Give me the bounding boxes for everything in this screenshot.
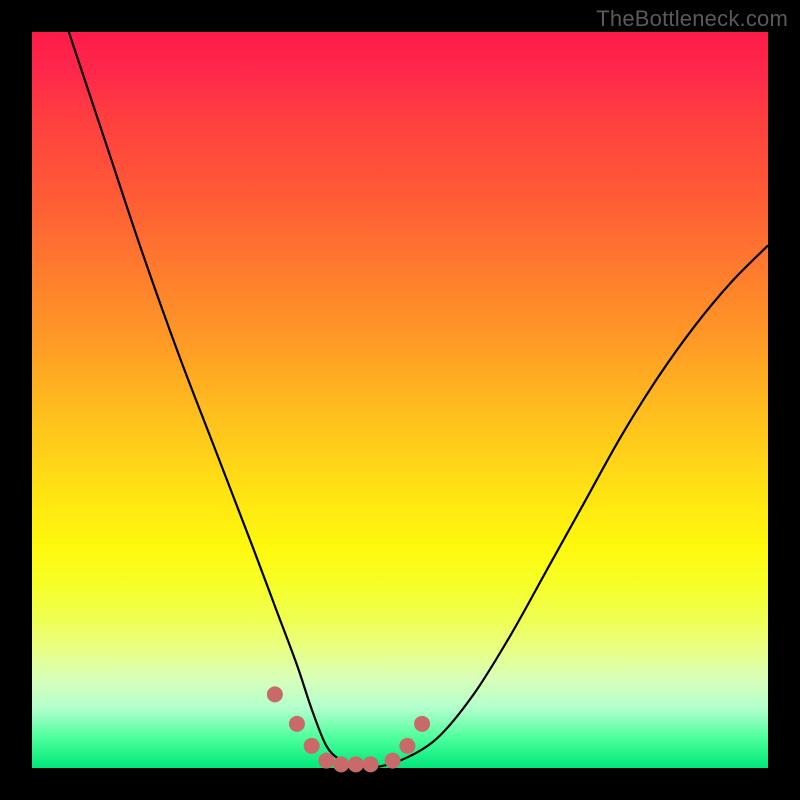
plot-area xyxy=(32,32,768,768)
trough-marker xyxy=(385,753,401,769)
trough-marker xyxy=(318,753,334,769)
trough-marker xyxy=(348,756,364,772)
trough-marker xyxy=(333,756,349,772)
trough-marker xyxy=(363,756,379,772)
trough-marker xyxy=(267,686,283,702)
trough-marker xyxy=(414,716,430,732)
trough-markers-group xyxy=(267,686,430,772)
trough-marker xyxy=(399,738,415,754)
trough-marker xyxy=(304,738,320,754)
watermark-text: TheBottleneck.com xyxy=(596,6,788,32)
curve-svg xyxy=(32,32,768,768)
outer-frame: TheBottleneck.com xyxy=(0,0,800,800)
bottleneck-curve xyxy=(69,32,768,769)
trough-marker xyxy=(289,716,305,732)
